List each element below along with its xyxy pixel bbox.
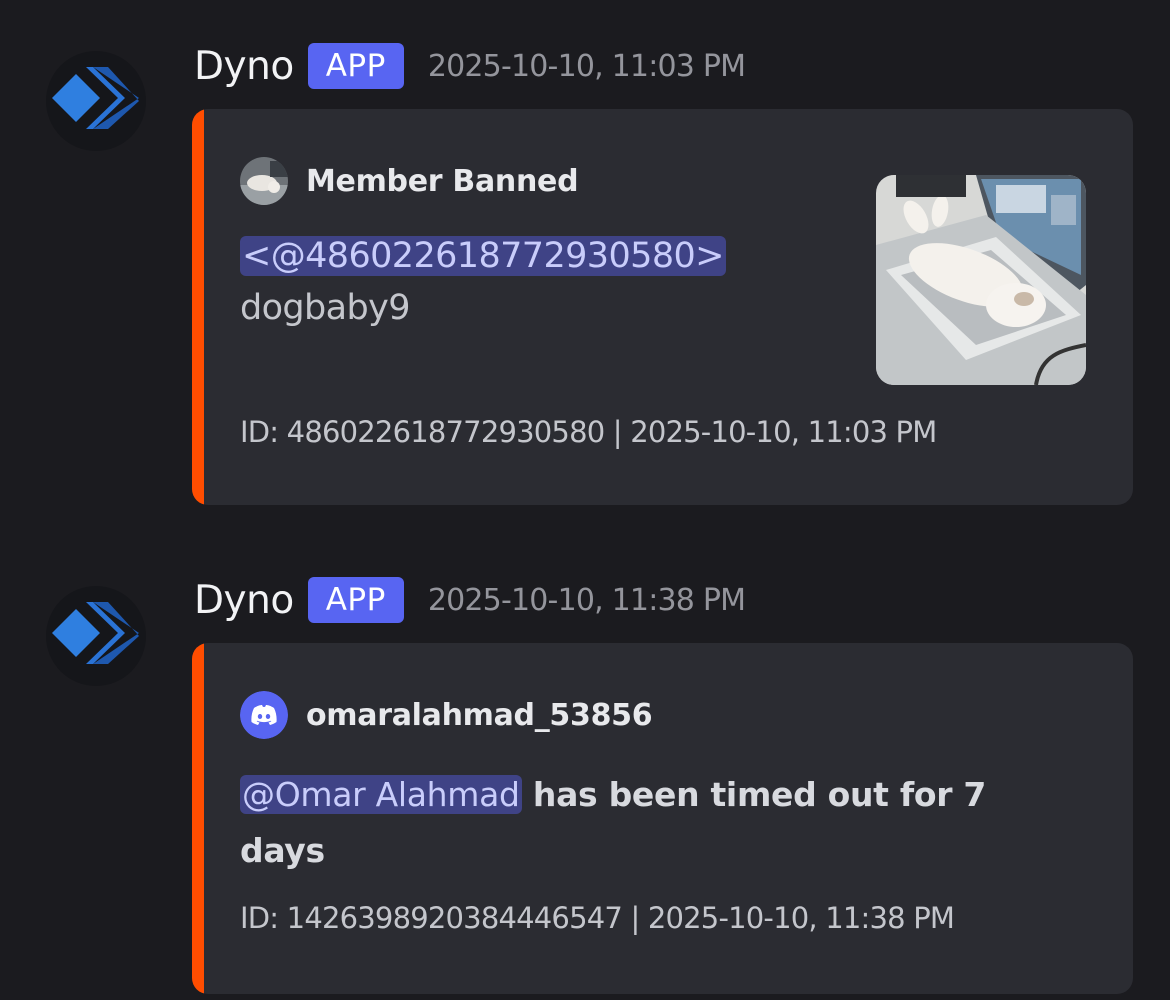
embed-member-timeout: omaralahmad_53856 @Omar Alahmad has been… (192, 643, 1133, 994)
embed-accent-bar (192, 109, 204, 505)
message-timestamp: 2025-10-10, 11:03 PM (427, 48, 746, 84)
embed-footer: ID: 486022618772930580 | 2025-10-10, 11:… (240, 415, 937, 449)
message-2: Dyno APP 2025-10-10, 11:38 PM omaralahma… (0, 534, 1170, 1000)
embed-thumbnail[interactable] (876, 175, 1086, 385)
embed-description: <@486022618772930580> dogbaby9 (240, 230, 726, 334)
message-header: Dyno APP 2025-10-10, 11:38 PM (194, 572, 746, 628)
embed-footer: ID: 1426398920384446547 | 2025-10-10, 11… (240, 901, 955, 935)
embed-author-name: omaralahmad_53856 (306, 697, 653, 733)
embed-author: Member Banned (240, 157, 579, 205)
embed-author-name: Member Banned (306, 163, 579, 199)
discord-logo-icon (240, 691, 288, 739)
message-timestamp: 2025-10-10, 11:38 PM (427, 582, 746, 618)
user-mention[interactable]: <@486022618772930580> (240, 236, 726, 276)
message-1: Dyno APP 2025-10-10, 11:03 PM Member Ban… (0, 0, 1170, 520)
embed-description: @Omar Alahmad has been timed out for 7 d… (240, 767, 1040, 879)
embed-accent-bar (192, 643, 204, 994)
embed-member-banned: Member Banned <@486022618772930580> dogb… (192, 109, 1133, 505)
cat-on-laptop-photo-icon (876, 175, 1086, 385)
timeout-text: has been timed out for 7 (521, 775, 987, 814)
dyno-logo-icon (52, 67, 139, 129)
username[interactable]: Dyno (194, 44, 294, 89)
user-mention[interactable]: @Omar Alahmad (240, 775, 522, 814)
author-avatar-icon (240, 157, 288, 205)
embed-author: omaralahmad_53856 (240, 691, 653, 739)
app-badge: APP (307, 577, 404, 623)
dyno-avatar[interactable] (46, 51, 146, 151)
username[interactable]: Dyno (194, 578, 294, 623)
dyno-logo-icon (52, 602, 139, 664)
dyno-avatar[interactable] (46, 586, 146, 686)
app-badge: APP (307, 43, 404, 89)
message-header: Dyno APP 2025-10-10, 11:03 PM (194, 38, 746, 94)
banned-username: dogbaby9 (240, 288, 411, 328)
timeout-text-continued: days (240, 831, 325, 870)
